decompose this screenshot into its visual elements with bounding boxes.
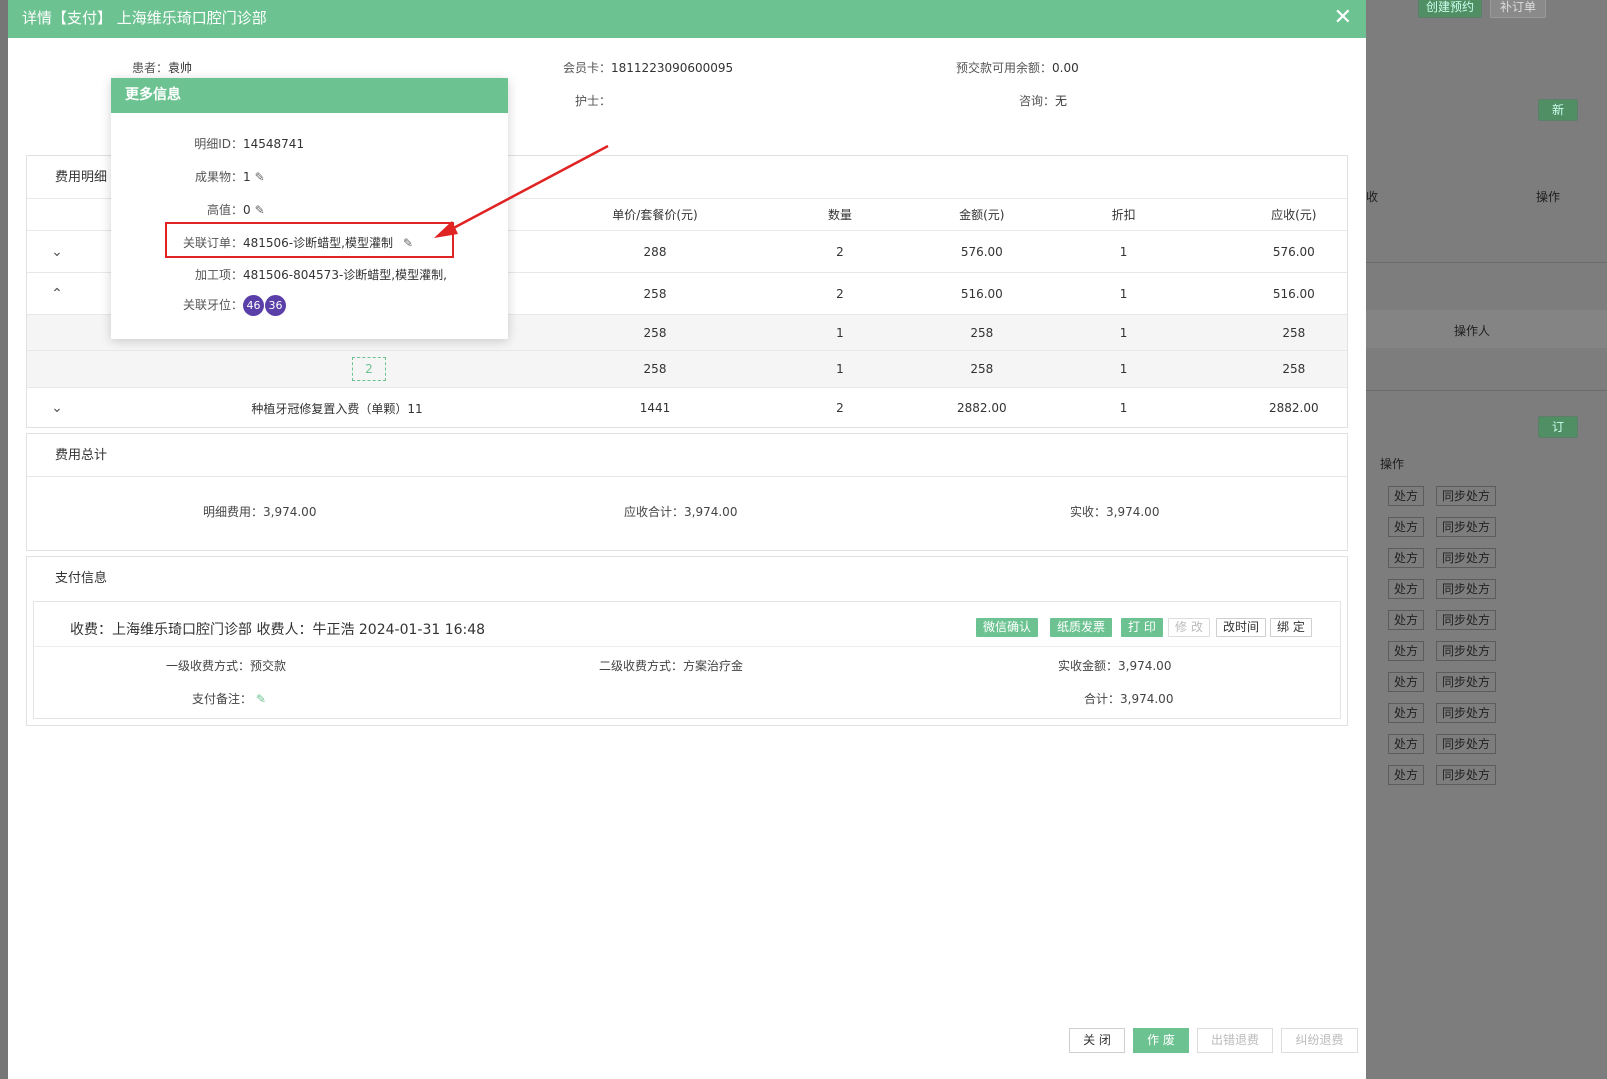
annotation-arrow (434, 144, 609, 238)
